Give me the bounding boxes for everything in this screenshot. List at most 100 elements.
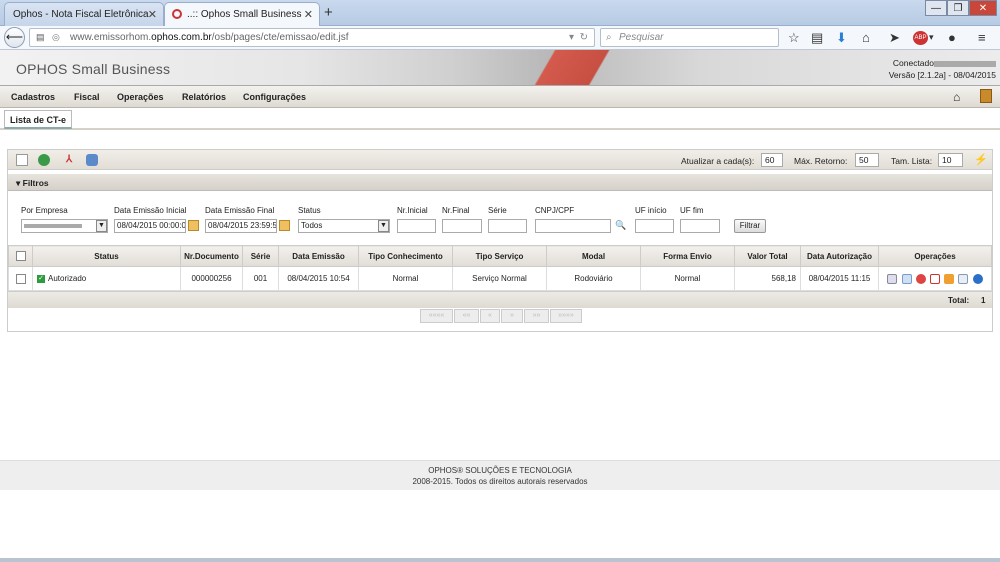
- col-tipo-servico[interactable]: Tipo Serviço: [452, 245, 547, 267]
- issue-start-label: Data Emissão Inicial: [114, 206, 187, 215]
- issue-start-input[interactable]: 08/04/2015 00:00:00: [114, 219, 186, 233]
- new-document-icon[interactable]: [16, 154, 28, 166]
- uf-start-input[interactable]: [635, 219, 674, 233]
- nr-initial-input[interactable]: [397, 219, 436, 233]
- uf-start-label: UF início: [635, 206, 667, 215]
- nr-final-input[interactable]: [442, 219, 482, 233]
- page-tab-strip: Lista de CT-e: [0, 108, 1000, 130]
- row-checkbox[interactable]: [15, 273, 26, 284]
- col-valor-total[interactable]: Valor Total: [734, 245, 801, 267]
- status-select[interactable]: Todos: [298, 219, 390, 233]
- dropdown-icon[interactable]: ▾: [569, 29, 574, 46]
- pdf-icon[interactable]: ⅄: [63, 154, 75, 166]
- menu-operacoes[interactable]: Operações: [117, 92, 164, 102]
- back-icon[interactable]: ⟵: [4, 27, 25, 48]
- dropdown-icon[interactable]: ▾: [929, 32, 934, 43]
- pagination-fast-prev[interactable]: ««: [454, 309, 479, 323]
- chevron-down-icon[interactable]: ▼: [96, 220, 107, 232]
- page-footer: OPHOS® SOLUÇÕES E TECNOLOGIA 2008-2015. …: [0, 460, 1000, 490]
- company-select[interactable]: [21, 219, 108, 233]
- select-all-header: [8, 245, 33, 267]
- cancel-icon[interactable]: [915, 273, 926, 284]
- uf-end-input[interactable]: [680, 219, 720, 233]
- browser-tab-bar: Ophos - Nota Fiscal Eletrônica ✕ ..:: Op…: [0, 0, 1000, 26]
- menu-icon[interactable]: ≡: [978, 30, 986, 45]
- search-input[interactable]: ⌕ Pesquisar: [600, 28, 779, 47]
- issue-end-input[interactable]: 08/04/2015 23:59:59: [205, 219, 277, 233]
- col-operacoes: Operações: [878, 245, 992, 267]
- send-icon[interactable]: ➤: [889, 30, 900, 46]
- email-icon[interactable]: [958, 273, 969, 284]
- close-icon[interactable]: ✕: [304, 8, 313, 21]
- bookmark-star-icon[interactable]: ☆: [788, 30, 800, 46]
- chevron-down-icon[interactable]: ▼: [378, 220, 389, 232]
- refresh-interval-label: Atualizar a cada(s):: [681, 156, 755, 166]
- filters-title: Filtros: [22, 178, 49, 188]
- connected-user-redacted: [934, 60, 996, 67]
- menu-fiscal[interactable]: Fiscal: [74, 92, 100, 102]
- export-icon[interactable]: [86, 154, 98, 166]
- col-serie[interactable]: Série: [242, 245, 279, 267]
- tab-lista-cte[interactable]: Lista de CT-e: [4, 110, 73, 129]
- xml-icon[interactable]: [944, 273, 955, 284]
- pagination-prev[interactable]: «: [480, 309, 500, 323]
- chat-icon[interactable]: ●: [948, 30, 956, 45]
- calendar-icon[interactable]: [188, 220, 199, 231]
- footer-company: OPHOS® SOLUÇÕES E TECNOLOGIA: [428, 466, 572, 475]
- col-data-emissao[interactable]: Data Emissão: [278, 245, 359, 267]
- bookmarks-list-icon[interactable]: ▤: [811, 30, 823, 46]
- refresh-interval-input[interactable]: 60: [761, 153, 783, 167]
- col-forma-envio[interactable]: Forma Envio: [640, 245, 735, 267]
- refresh-icon[interactable]: [38, 154, 50, 166]
- browser-tab-osb[interactable]: ..:: Ophos Small Business ✕: [164, 2, 320, 26]
- max-return-input[interactable]: 50: [855, 153, 879, 167]
- col-nr-documento[interactable]: Nr.Documento: [180, 245, 243, 267]
- filters-header[interactable]: ▾ Filtros: [8, 174, 992, 191]
- adblock-icon[interactable]: ABP: [913, 31, 928, 45]
- exit-icon[interactable]: [980, 89, 992, 103]
- home-icon[interactable]: ⌂: [953, 90, 960, 104]
- operations-cell: [878, 266, 992, 291]
- cnpj-input[interactable]: [535, 219, 611, 233]
- nr-final-label: Nr.Final: [442, 206, 470, 215]
- pagination-first[interactable]: ««««: [420, 309, 453, 323]
- table-row[interactable]: ✓ Autorizado 000000256 001 08/04/2015 10:…: [8, 266, 992, 291]
- pagination-last[interactable]: »»»»: [550, 309, 582, 323]
- view-icon[interactable]: [887, 273, 898, 284]
- browser-tab-nfe[interactable]: Ophos - Nota Fiscal Eletrônica ✕: [4, 2, 164, 26]
- menu-configuracoes[interactable]: Configurações: [243, 92, 306, 102]
- minimize-icon[interactable]: —: [925, 0, 947, 16]
- window-close-icon[interactable]: ✕: [969, 0, 997, 16]
- calendar-icon[interactable]: [279, 220, 290, 231]
- menu-cadastros[interactable]: Cadastros: [11, 92, 55, 102]
- reload-icon[interactable]: ↻: [580, 29, 588, 46]
- select-all-checkbox[interactable]: [15, 251, 26, 261]
- col-tipo-conhecimento[interactable]: Tipo Conhecimento: [358, 245, 453, 267]
- cte-table: Status Nr.Documento Série Data Emissão T…: [8, 245, 992, 291]
- copy-icon[interactable]: [901, 273, 912, 284]
- series-input[interactable]: [488, 219, 527, 233]
- opera-icon: [172, 9, 182, 19]
- menu-relatorios[interactable]: Relatórios: [182, 92, 226, 102]
- maximize-icon[interactable]: ❐: [947, 0, 969, 16]
- total-row: Total: 1: [8, 291, 992, 308]
- new-tab-icon[interactable]: +: [324, 4, 333, 21]
- pagination-next[interactable]: »: [501, 309, 523, 323]
- home-icon[interactable]: ⌂: [862, 30, 870, 45]
- pagination-fast-next[interactable]: »»: [524, 309, 549, 323]
- col-modal[interactable]: Modal: [546, 245, 641, 267]
- download-icon[interactable]: ⬇: [836, 30, 847, 46]
- globe-icon: ◎: [52, 32, 60, 42]
- list-size-input[interactable]: 10: [938, 153, 963, 167]
- browser-tab-label: Ophos - Nota Fiscal Eletrônica: [13, 9, 149, 20]
- company-redacted: [24, 223, 82, 228]
- lightning-icon[interactable]: ⚡: [974, 153, 988, 166]
- info-icon[interactable]: [972, 273, 983, 284]
- col-data-autorizacao[interactable]: Data Autorização: [800, 245, 879, 267]
- filter-button[interactable]: Filtrar: [734, 219, 766, 233]
- pdf-icon[interactable]: [930, 273, 940, 284]
- col-status[interactable]: Status: [32, 245, 181, 267]
- close-icon[interactable]: ✕: [148, 8, 157, 21]
- search-icon[interactable]: 🔍: [615, 220, 626, 231]
- url-bar[interactable]: ▤ ◎ www.emissorhom.ophos.com.br/osb/page…: [29, 28, 595, 47]
